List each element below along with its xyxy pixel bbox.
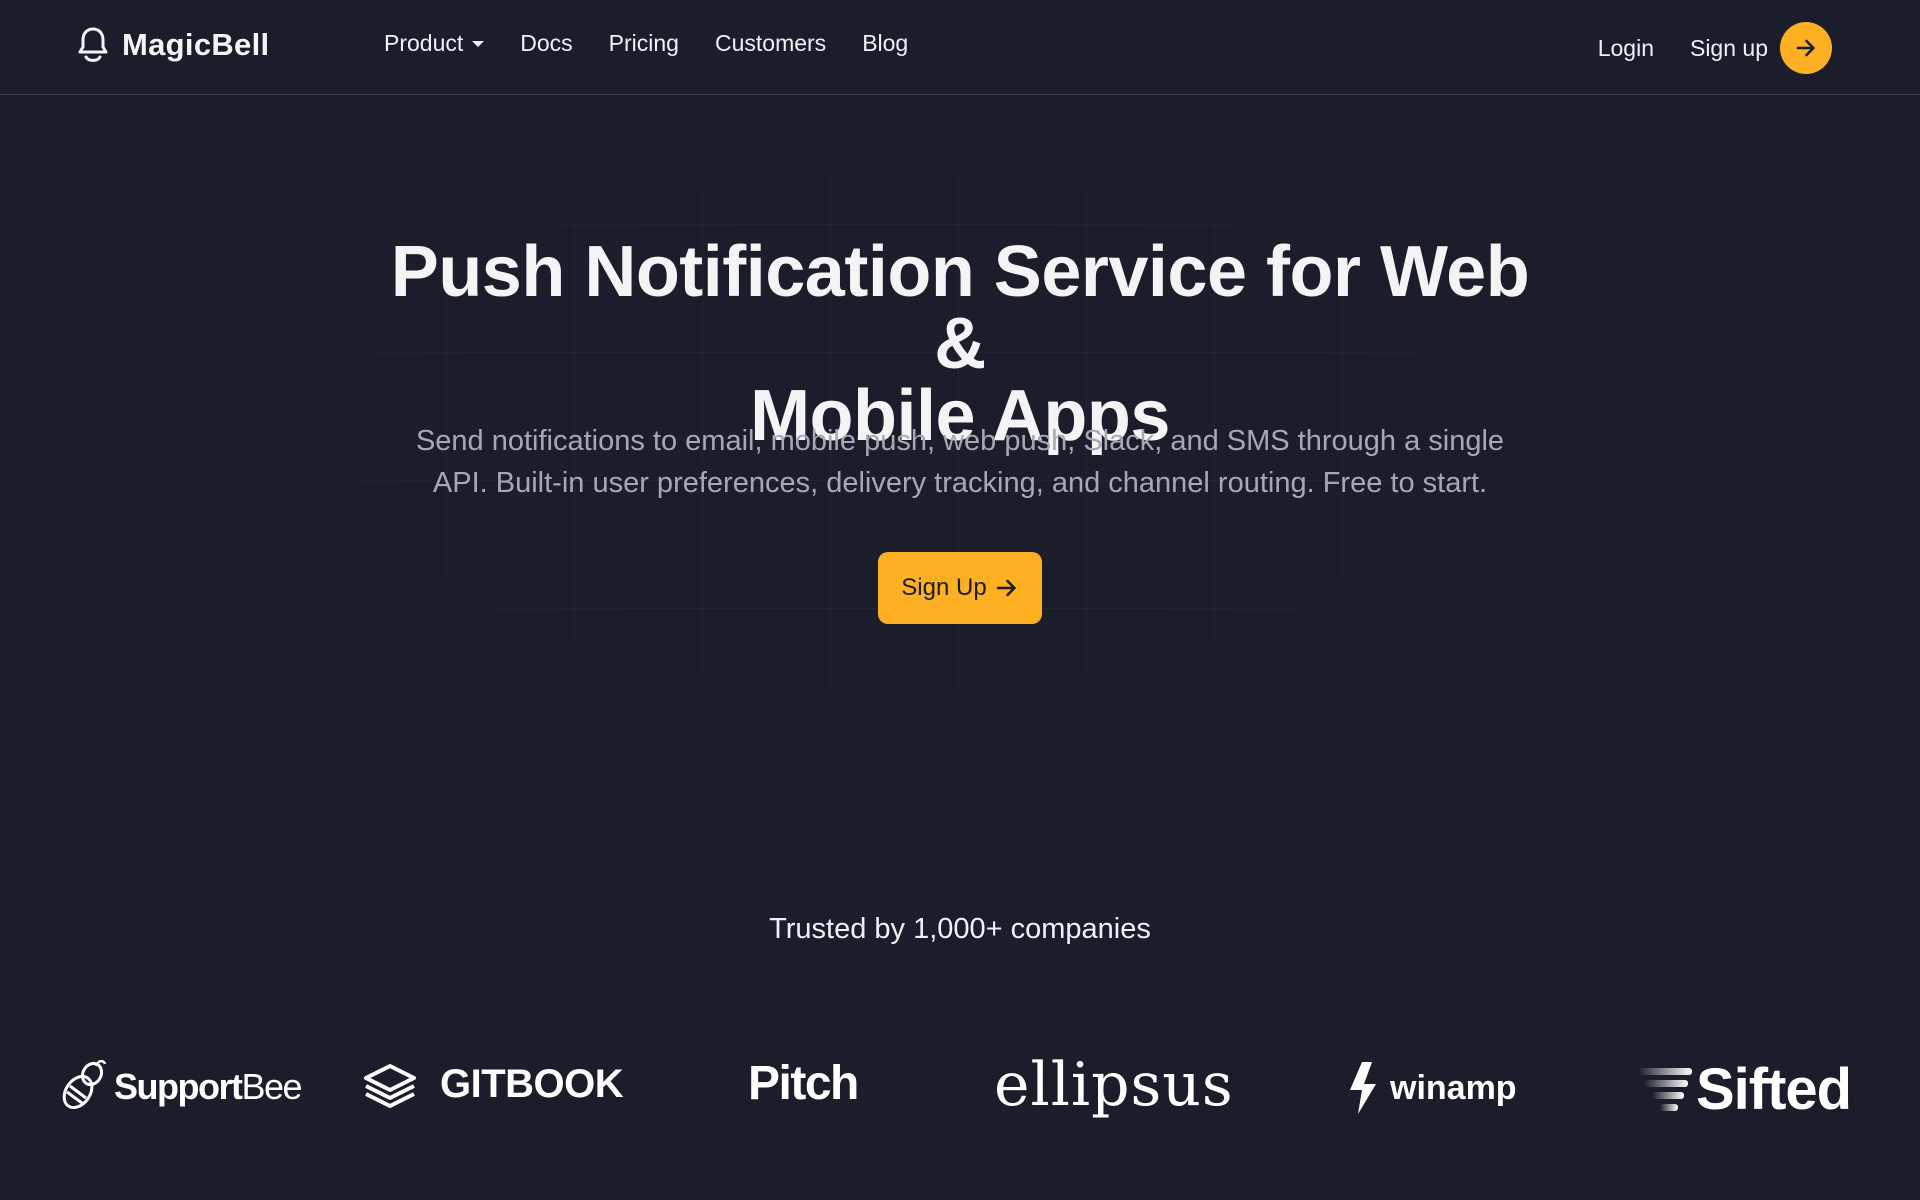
nav-customers[interactable]: Customers	[715, 30, 826, 57]
nav-pricing[interactable]: Pricing	[609, 30, 679, 57]
signup-nav-label: Sign up	[1689, 34, 1768, 61]
trusted-by-heading: Trusted by 1,000+ companies	[769, 913, 1151, 945]
caret-down-icon	[472, 40, 485, 47]
magicbell-logo[interactable]: MagicBell	[76, 26, 269, 64]
sifted-text: Sifted	[1696, 1057, 1852, 1122]
hero-subtitle: Send notifications to email, mobile push…	[390, 420, 1530, 504]
nav-product-label: Product	[384, 30, 464, 56]
pitch-logo: Pitch	[748, 1056, 859, 1111]
hero-subtitle-line-2: API. Built-in user preferences, delivery…	[432, 467, 1488, 499]
nav-auth: Login Sign up	[1598, 22, 1832, 74]
sifted-logo: Sifted	[1636, 1056, 1852, 1123]
gitbook-logo: GITBOOK	[362, 1058, 624, 1110]
gitbook-icon	[364, 1064, 416, 1108]
supportbee-logo: Support Bee	[58, 1060, 303, 1114]
hero-signup-label: Sign Up	[901, 574, 987, 601]
supportbee-text-support: Support	[114, 1066, 243, 1107]
pitch-text: Pitch	[748, 1057, 859, 1110]
winamp-logo: winamp	[1346, 1060, 1517, 1116]
top-navigation: MagicBell Product Docs Pricing Customers…	[0, 0, 1920, 95]
hero-signup-button[interactable]: Sign Up	[878, 552, 1042, 624]
nav-docs[interactable]: Docs	[520, 30, 572, 57]
brand-name: MagicBell	[122, 27, 270, 62]
gitbook-text: GITBOOK	[440, 1061, 624, 1106]
ellipsus-logo: ellipsus	[994, 1050, 1234, 1120]
bee-icon	[62, 1060, 107, 1110]
winamp-bolt-icon	[1350, 1062, 1376, 1114]
arrow-right-icon	[996, 579, 1016, 597]
login-link[interactable]: Login	[1598, 35, 1654, 62]
supportbee-text-bee: Bee	[241, 1066, 302, 1107]
hero-subtitle-line-1: Send notifications to email, mobile push…	[415, 425, 1505, 457]
arrow-right-icon	[1796, 39, 1815, 57]
signup-nav-arrow-circle	[1780, 22, 1832, 74]
signup-nav-button[interactable]: Sign up	[1690, 22, 1832, 74]
winamp-text: winamp	[1390, 1068, 1517, 1107]
sifted-funnel-icon	[1638, 1067, 1692, 1111]
customer-logos: Support Bee GITBOOK Pitch ellipsus winamp	[0, 1050, 1920, 1130]
bell-icon	[78, 27, 108, 62]
nav-blog[interactable]: Blog	[862, 30, 908, 57]
hero-title-line-1: Push Notification Service for Web &	[390, 232, 1530, 384]
ellipsus-text: ellipsus	[994, 1050, 1234, 1120]
primary-nav: Product Docs Pricing Customers Blog	[384, 30, 944, 57]
nav-product[interactable]: Product	[384, 30, 485, 57]
